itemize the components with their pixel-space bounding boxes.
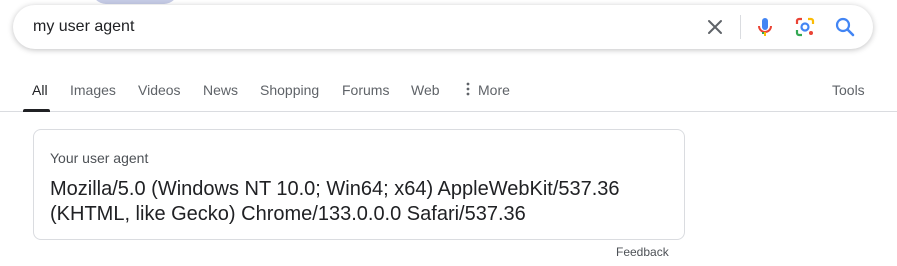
camera-lens-icon (795, 17, 815, 37)
tab-shopping[interactable]: Shopping (260, 82, 319, 98)
tools-button[interactable]: Tools (832, 82, 865, 98)
tab-images[interactable]: Images (70, 82, 116, 98)
search-icon (835, 17, 855, 37)
tab-forums[interactable]: Forums (342, 82, 389, 98)
active-tab-indicator (23, 109, 50, 112)
feedback-link[interactable]: Feedback (616, 245, 669, 259)
more-vert-icon (466, 82, 470, 96)
tab-news[interactable]: News (203, 82, 238, 98)
lens-search-button[interactable] (793, 15, 817, 39)
tab-more[interactable]: More (466, 82, 510, 98)
user-agent-heading: Your user agent (50, 150, 149, 166)
search-bar[interactable] (13, 5, 873, 49)
clear-search-button[interactable] (703, 15, 727, 39)
voice-search-button[interactable] (753, 15, 777, 39)
user-agent-card: Your user agent Mozilla/5.0 (Windows NT … (33, 129, 685, 240)
search-tabs: All Images Videos News Shopping Forums W… (0, 72, 897, 112)
tab-more-label: More (478, 82, 510, 98)
search-submit-button[interactable] (833, 15, 857, 39)
doodle-fragment (92, 0, 178, 4)
search-input[interactable] (33, 17, 673, 37)
tab-web[interactable]: Web (411, 82, 440, 98)
search-results-page: All Images Videos News Shopping Forums W… (0, 0, 897, 266)
close-icon (708, 20, 722, 34)
search-bar-divider (740, 15, 741, 39)
microphone-icon (758, 18, 772, 36)
tab-all[interactable]: All (32, 82, 48, 98)
tab-videos[interactable]: Videos (138, 82, 181, 98)
user-agent-value: Mozilla/5.0 (Windows NT 10.0; Win64; x64… (50, 178, 620, 225)
